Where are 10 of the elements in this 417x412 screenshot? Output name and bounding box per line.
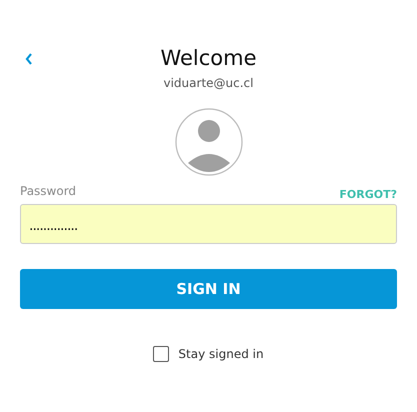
stay-signed-in-checkbox[interactable]: [153, 346, 170, 362]
email-text: viduarte@uc.cl: [164, 76, 254, 90]
avatar-icon: [174, 108, 242, 176]
forgot-link[interactable]: FORGOT?: [339, 188, 397, 201]
back-icon[interactable]: [24, 52, 34, 66]
sign-in-button[interactable]: SIGN IN: [20, 269, 397, 309]
welcome-title: Welcome: [160, 45, 257, 72]
stay-signed-in-label: Stay signed in: [178, 347, 264, 361]
password-label: Password: [20, 184, 76, 198]
password-field[interactable]: ..............: [20, 204, 397, 244]
